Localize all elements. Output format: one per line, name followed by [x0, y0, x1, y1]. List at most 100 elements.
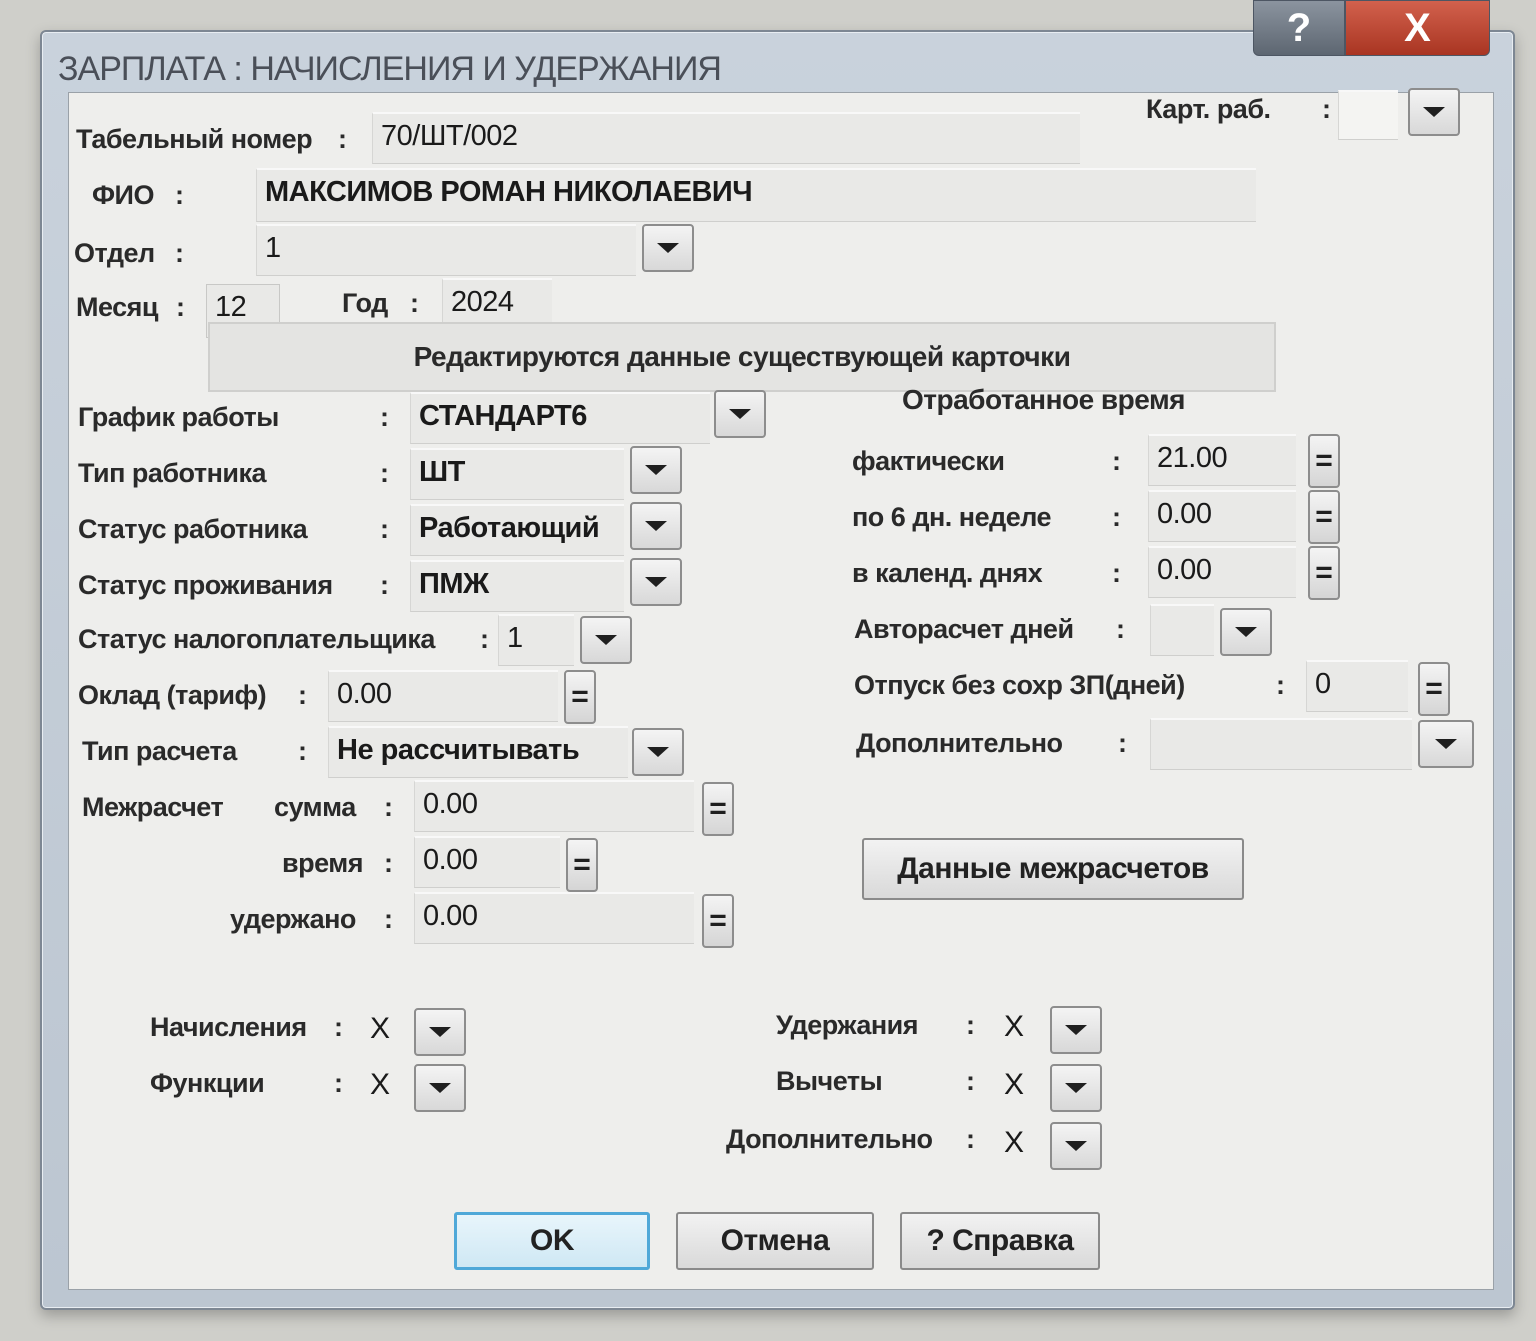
mezh-sum-calc-button[interactable]: =	[702, 782, 734, 836]
worker-type-field[interactable]: ШТ	[410, 448, 624, 500]
worker-type-colon: :	[380, 458, 389, 488]
chevron-down-icon	[729, 409, 751, 419]
actual-field[interactable]: 21.00	[1148, 434, 1296, 486]
chevron-down-icon	[1423, 107, 1445, 117]
fio-colon: :	[175, 180, 184, 210]
mezh-withheld-field[interactable]: 0.00	[414, 892, 694, 944]
six-day-field[interactable]: 0.00	[1148, 490, 1296, 542]
calendar-calc-button[interactable]: =	[1308, 546, 1340, 600]
calc-type-field[interactable]: Не рассчитывать	[328, 726, 628, 778]
additional-bottom-colon: :	[966, 1124, 975, 1154]
mezh-time-colon: :	[384, 848, 393, 878]
card-field[interactable]	[1338, 90, 1398, 140]
residence-field[interactable]: ПМЖ	[410, 560, 624, 612]
help-button[interactable]: ? Справка	[900, 1212, 1100, 1270]
tab-number-colon: :	[338, 124, 347, 154]
chevron-down-icon	[645, 577, 667, 587]
schedule-colon: :	[380, 402, 389, 432]
taxpayer-dropdown-button[interactable]	[580, 616, 632, 664]
functions-value[interactable]: X	[370, 1068, 390, 1102]
mezh-time-field[interactable]: 0.00	[414, 836, 560, 888]
fio-field[interactable]: МАКСИМОВ РОМАН НИКОЛАЕВИЧ	[256, 168, 1256, 222]
withholdings-value[interactable]: X	[1004, 1010, 1024, 1044]
functions-colon: :	[334, 1068, 343, 1098]
functions-dropdown-button[interactable]	[414, 1064, 466, 1112]
card-dropdown-button[interactable]	[1408, 88, 1460, 136]
additional-right-field[interactable]	[1150, 718, 1412, 770]
worker-status-dropdown-button[interactable]	[630, 502, 682, 550]
worker-type-dropdown-button[interactable]	[630, 446, 682, 494]
calc-type-colon: :	[298, 736, 307, 766]
status-banner: Редактируются данные существующей карточ…	[208, 322, 1276, 392]
salary-label: Оклад (тариф)	[78, 680, 267, 710]
autocalc-label: Авторасчет дней	[854, 614, 1074, 644]
autocalc-field[interactable]	[1150, 604, 1214, 656]
six-day-colon: :	[1112, 502, 1121, 532]
tab-number-label: Табельный номер	[76, 124, 313, 154]
taxpayer-field[interactable]: 1	[498, 614, 574, 666]
withholdings-colon: :	[966, 1010, 975, 1040]
additional-bottom-value[interactable]: X	[1004, 1126, 1024, 1160]
mezh-time-label: время	[282, 848, 363, 878]
withholdings-label: Удержания	[776, 1010, 919, 1040]
deductions-dropdown-button[interactable]	[1050, 1064, 1102, 1112]
six-day-calc-button[interactable]: =	[1308, 490, 1340, 544]
worker-status-field[interactable]: Работающий	[410, 504, 624, 556]
dept-field[interactable]: 1	[256, 224, 636, 276]
title-help-button[interactable]: ?	[1253, 0, 1345, 56]
salary-calc-button[interactable]: =	[564, 670, 596, 724]
accruals-colon: :	[334, 1012, 343, 1042]
schedule-label: График работы	[78, 402, 279, 432]
withholdings-dropdown-button[interactable]	[1050, 1006, 1102, 1054]
cancel-button[interactable]: Отмена	[676, 1212, 874, 1270]
tab-number-field[interactable]: 70/ШТ/002	[372, 112, 1080, 164]
mezh-sum-label: сумма	[274, 792, 356, 822]
window-title: ЗАРПЛАТА : НАЧИСЛЕНИЯ И УДЕРЖАНИЯ	[58, 50, 722, 88]
year-label: Год	[342, 288, 388, 318]
mezh-withheld-colon: :	[384, 904, 393, 934]
calc-type-label: Тип расчета	[82, 736, 237, 766]
mezh-time-calc-button[interactable]: =	[566, 838, 598, 892]
actual-calc-button[interactable]: =	[1308, 434, 1340, 488]
dept-dropdown-button[interactable]	[642, 224, 694, 272]
title-close-button[interactable]: X	[1345, 0, 1490, 56]
calendar-field[interactable]: 0.00	[1148, 546, 1296, 598]
mezh-withheld-calc-button[interactable]: =	[702, 894, 734, 948]
unpaid-leave-calc-button[interactable]: =	[1418, 662, 1450, 716]
month-label: Месяц	[76, 292, 159, 322]
chevron-down-icon	[429, 1027, 451, 1037]
autocalc-colon: :	[1116, 614, 1125, 644]
dept-label: Отдел	[74, 238, 155, 268]
mezh-sum-field[interactable]: 0.00	[414, 780, 694, 832]
additional-right-label: Дополнительно	[856, 728, 1063, 758]
schedule-field[interactable]: СТАНДАРТ6	[410, 392, 710, 444]
worker-status-colon: :	[380, 514, 389, 544]
deductions-value[interactable]: X	[1004, 1068, 1024, 1102]
additional-bottom-dropdown-button[interactable]	[1050, 1122, 1102, 1170]
mezh-withheld-label: удержано	[230, 904, 356, 934]
schedule-dropdown-button[interactable]	[714, 390, 766, 438]
salary-field[interactable]: 0.00	[328, 670, 558, 722]
autocalc-dropdown-button[interactable]	[1220, 608, 1272, 656]
residence-dropdown-button[interactable]	[630, 558, 682, 606]
six-day-label: по 6 дн. неделе	[852, 502, 1052, 532]
unpaid-leave-colon: :	[1276, 670, 1285, 700]
calc-type-dropdown-button[interactable]	[632, 728, 684, 776]
chevron-down-icon	[647, 747, 669, 757]
mezh-sum-colon: :	[384, 792, 393, 822]
worker-status-label: Статус работника	[78, 514, 308, 544]
accruals-value[interactable]: X	[370, 1012, 390, 1046]
chevron-down-icon	[1065, 1083, 1087, 1093]
worked-time-title: Отработанное время	[902, 384, 1186, 415]
additional-right-dropdown-button[interactable]	[1418, 720, 1474, 768]
mezh-data-button[interactable]: Данные межрасчетов	[862, 838, 1244, 900]
deductions-colon: :	[966, 1066, 975, 1096]
unpaid-leave-field[interactable]: 0	[1306, 660, 1408, 712]
chevron-down-icon	[1065, 1025, 1087, 1035]
chevron-down-icon	[429, 1083, 451, 1093]
actual-colon: :	[1112, 446, 1121, 476]
chevron-down-icon	[657, 243, 679, 253]
accruals-dropdown-button[interactable]	[414, 1008, 466, 1056]
chevron-down-icon	[645, 465, 667, 475]
ok-button[interactable]: OK	[454, 1212, 650, 1270]
